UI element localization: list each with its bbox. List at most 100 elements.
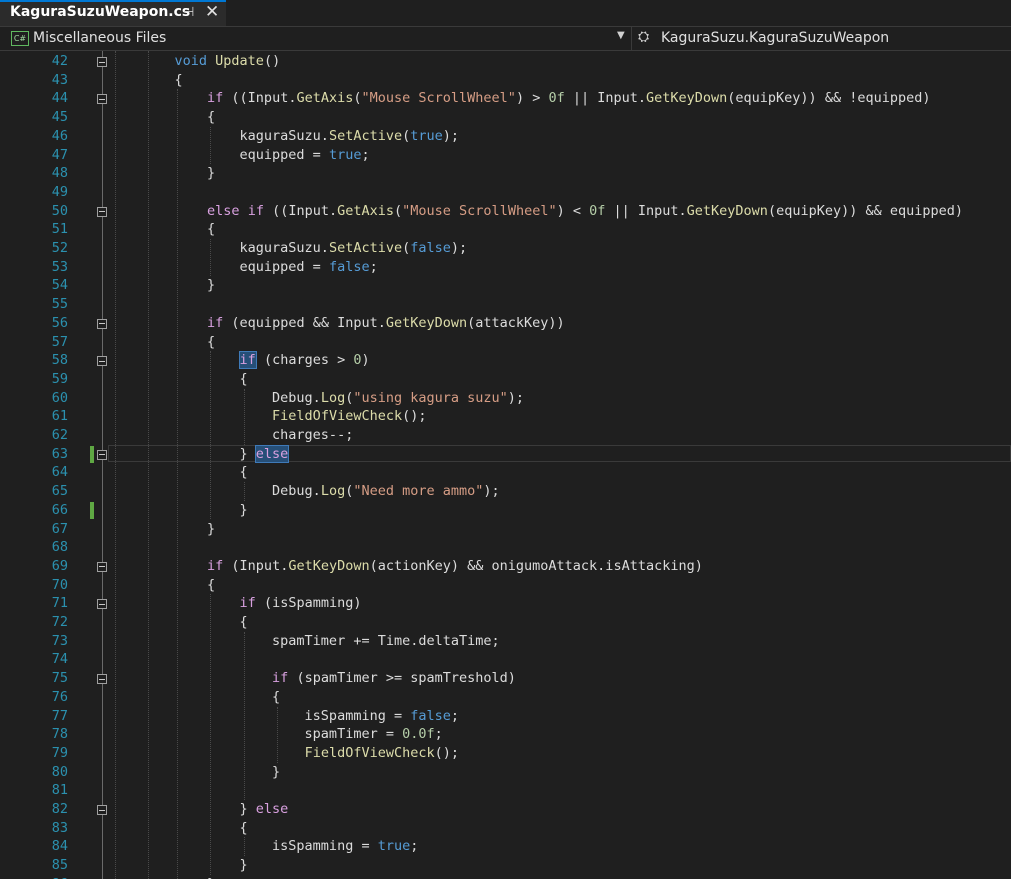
code-line[interactable]: 84 isSpamming = true; xyxy=(0,837,1011,856)
code-line[interactable]: 65 Debug.Log("Need more ammo"); xyxy=(0,482,1011,501)
collapse-icon[interactable] xyxy=(97,318,107,329)
code-line[interactable]: 79 FieldOfViewCheck(); xyxy=(0,744,1011,763)
collapse-icon[interactable] xyxy=(97,57,107,67)
code-line[interactable]: 81 xyxy=(0,781,1011,800)
code-line[interactable]: 54 } xyxy=(0,276,1011,295)
code-line[interactable]: 85 } xyxy=(0,856,1011,875)
code-line[interactable]: 68 xyxy=(0,538,1011,557)
code-line[interactable]: 48 } xyxy=(0,164,1011,183)
tab-title: KaguraSuzuWeapon.cs xyxy=(10,4,191,20)
code-line[interactable]: 69 if (Input.GetKeyDown(actionKey) && on… xyxy=(0,557,1011,576)
line-number: 71 xyxy=(51,595,68,612)
project-dropdown[interactable]: C# Miscellaneous Files ▼ xyxy=(0,27,631,51)
collapse-icon[interactable] xyxy=(97,674,107,685)
line-number: 58 xyxy=(51,352,68,369)
change-marker xyxy=(90,445,94,463)
code-text: { xyxy=(142,464,248,481)
code-line[interactable]: 50 else if ((Input.GetAxis("Mouse Scroll… xyxy=(0,202,1011,221)
line-number: 70 xyxy=(51,576,68,593)
code-line[interactable]: 75 if (spamTimer >= spamTreshold) xyxy=(0,669,1011,688)
line-number: 59 xyxy=(51,370,68,387)
collapse-icon[interactable] xyxy=(97,805,107,815)
code-line[interactable]: 72 { xyxy=(0,613,1011,632)
close-icon[interactable]: ✕ xyxy=(205,2,219,22)
line-number: 75 xyxy=(51,670,68,687)
collapse-icon[interactable] xyxy=(97,449,107,460)
line-number: 57 xyxy=(51,333,68,350)
code-line[interactable]: 70 { xyxy=(0,576,1011,595)
code-line[interactable]: 83 { xyxy=(0,819,1011,838)
code-line[interactable]: 59 { xyxy=(0,370,1011,389)
code-text: kaguraSuzu.SetActive(false); xyxy=(142,240,468,256)
line-number: 85 xyxy=(51,857,68,874)
collapse-icon[interactable] xyxy=(97,206,107,217)
code-line[interactable]: 43 { xyxy=(0,71,1011,90)
code-text: if (charges > 0) xyxy=(238,351,370,370)
code-line[interactable]: 62 charges--; xyxy=(0,426,1011,445)
code-line[interactable]: 73 spamTimer += Time.deltaTime; xyxy=(0,632,1011,651)
code-line[interactable]: 60 Debug.Log("using kagura suzu"); xyxy=(0,389,1011,408)
code-line[interactable]: 42 void Update() xyxy=(0,52,1011,71)
code-line[interactable]: 61 FieldOfViewCheck(); xyxy=(0,407,1011,426)
code-line[interactable]: 74 xyxy=(0,650,1011,669)
code-text: equipped = true; xyxy=(142,146,370,163)
line-number: 46 xyxy=(51,127,68,144)
line-number: 64 xyxy=(51,464,68,481)
line-number: 48 xyxy=(51,165,68,182)
navigation-bar: C# Miscellaneous Files ▼ ⛭ KaguraSuzu.Ka… xyxy=(0,26,1011,51)
collapse-icon[interactable] xyxy=(97,94,107,105)
code-line[interactable]: 58 if (charges > 0) xyxy=(0,351,1011,370)
code-line[interactable]: 56 if (equipped && Input.GetKeyDown(atta… xyxy=(0,314,1011,333)
code-text: { xyxy=(142,819,248,836)
code-line[interactable]: 49 xyxy=(0,183,1011,202)
code-line[interactable]: 57 { xyxy=(0,333,1011,352)
line-number: 50 xyxy=(51,202,68,219)
tab-bar: KaguraSuzuWeapon.cs ⊣ ✕ xyxy=(0,0,1011,26)
code-line[interactable]: 44 if ((Input.GetAxis("Mouse ScrollWheel… xyxy=(0,89,1011,108)
code-line[interactable]: 46 kaguraSuzu.SetActive(true); xyxy=(0,127,1011,146)
code-text: Debug.Log("Need more ammo"); xyxy=(142,483,500,500)
code-line[interactable]: 76 { xyxy=(0,688,1011,707)
line-number: 78 xyxy=(51,726,68,743)
code-line[interactable]: 51 { xyxy=(0,220,1011,239)
code-line[interactable]: 77 isSpamming = false; xyxy=(0,707,1011,726)
code-line[interactable]: 80 } xyxy=(0,763,1011,782)
code-line[interactable]: 64 { xyxy=(0,463,1011,482)
code-text: if ((Input.GetAxis("Mouse ScrollWheel") … xyxy=(207,90,931,107)
code-line[interactable]: 55 xyxy=(0,295,1011,314)
code-text: } xyxy=(142,520,216,537)
chevron-down-icon[interactable]: ▼ xyxy=(617,30,625,41)
class-dropdown[interactable]: KaguraSuzu.KaguraSuzuWeapon xyxy=(661,30,889,46)
code-text: { xyxy=(142,688,281,705)
code-text: { xyxy=(142,109,216,126)
code-text: } xyxy=(142,277,216,294)
code-line[interactable]: 53 equipped = false; xyxy=(0,258,1011,277)
code-line[interactable]: 71 if (isSpamming) xyxy=(0,594,1011,613)
code-line[interactable]: 82 } else xyxy=(0,800,1011,819)
line-number: 66 xyxy=(51,501,68,518)
code-line[interactable]: 63 } else xyxy=(0,444,1011,464)
code-line[interactable]: 78 spamTimer = 0.0f; xyxy=(0,725,1011,744)
line-number: 65 xyxy=(51,483,68,500)
line-number: 76 xyxy=(51,688,68,705)
code-text: } xyxy=(142,857,248,874)
code-text: } xyxy=(142,165,216,182)
code-line[interactable]: 66 } xyxy=(0,501,1011,520)
collapse-icon[interactable] xyxy=(97,599,107,610)
code-line[interactable]: 47 equipped = true; xyxy=(0,146,1011,165)
line-number: 43 xyxy=(51,71,68,88)
code-editor[interactable]: 42 void Update() 43 {44 if ((Input.GetAxi… xyxy=(0,51,1011,879)
code-line[interactable]: 67 } xyxy=(0,520,1011,539)
tab-kagura-suzu-weapon[interactable]: KaguraSuzuWeapon.cs ⊣ ✕ xyxy=(0,0,226,26)
code-line[interactable]: 52 kaguraSuzu.SetActive(false); xyxy=(0,239,1011,258)
line-number: 54 xyxy=(51,277,68,294)
line-number: 42 xyxy=(51,53,68,69)
line-number: 47 xyxy=(51,146,68,163)
collapse-icon[interactable] xyxy=(97,356,107,367)
pin-icon[interactable]: ⊣ xyxy=(183,5,194,20)
collapse-icon[interactable] xyxy=(97,561,107,572)
change-marker xyxy=(90,501,94,519)
code-line[interactable]: 86 } xyxy=(0,875,1011,879)
code-line[interactable]: 45 { xyxy=(0,108,1011,127)
line-number: 79 xyxy=(51,744,68,761)
